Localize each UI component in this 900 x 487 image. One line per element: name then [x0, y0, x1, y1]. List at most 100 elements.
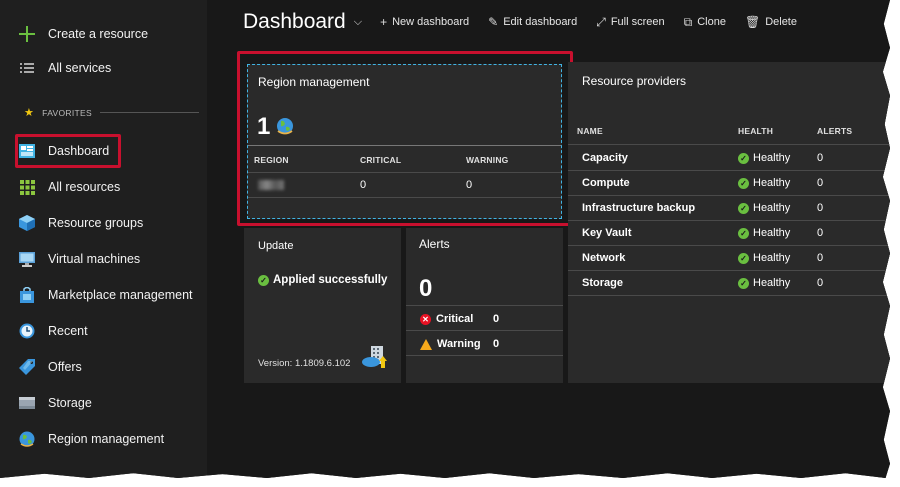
provider-health: ✓ Healthy: [738, 152, 790, 164]
create-resource-label: Create a resource: [48, 27, 149, 41]
health-label: Healthy: [753, 202, 791, 214]
update-building-icon: [361, 344, 389, 375]
tile-title: Resource providers: [582, 74, 687, 88]
resource-providers-tile[interactable]: Resource providers NAME HEALTH ALERTS Ca…: [568, 62, 890, 383]
divider: [568, 220, 890, 221]
alerts-warning-row[interactable]: Warning: [420, 338, 481, 350]
full-screen-label: Full screen: [610, 16, 665, 28]
table-row[interactable]: Network ✓ Healthy 0: [568, 251, 890, 276]
column-header-region: REGION: [254, 155, 289, 165]
edit-dashboard-label: Edit dashboard: [503, 16, 578, 28]
column-header-critical: CRITICAL: [360, 155, 402, 165]
provider-health: ✓ Healthy: [738, 227, 790, 239]
provider-name: Capacity: [582, 152, 628, 164]
expand-icon: ⤢: [596, 14, 606, 29]
create-resource-button[interactable]: Create a resource: [18, 19, 203, 49]
tag-icon: [18, 358, 36, 376]
sidebar-item-recent[interactable]: Recent: [18, 316, 203, 346]
delete-label: Delete: [765, 16, 797, 28]
warning-count: 0: [493, 338, 500, 350]
chevron-down-icon[interactable]: ⌵: [354, 16, 362, 29]
health-label: Healthy: [753, 177, 791, 189]
divider: [248, 172, 561, 173]
sidebar-item-storage[interactable]: Storage: [18, 388, 203, 418]
sidebar-item-region-management[interactable]: Region management: [18, 424, 203, 454]
health-label: Healthy: [753, 277, 791, 289]
alerts-count: 0: [419, 275, 433, 302]
error-icon: ✕: [420, 313, 431, 325]
sidebar-item-virtual-machines[interactable]: Virtual machines: [18, 244, 203, 274]
provider-alerts: 0: [817, 152, 824, 164]
check-circle-icon: ✓: [738, 202, 749, 214]
table-row[interactable]: Storage ✓ Healthy 0: [568, 276, 890, 301]
region-warning-value: 0: [466, 179, 473, 191]
sidebar-item-label: Storage: [48, 396, 92, 410]
plus-icon: [18, 25, 36, 43]
divider: [248, 197, 561, 198]
dashboard-icon: [18, 142, 36, 160]
favorites-header: ★ FAVORITES: [24, 106, 199, 119]
divider: [568, 144, 890, 145]
region-management-tile[interactable]: Region management 1 REGION CRITICAL WARN…: [247, 64, 562, 219]
column-header-warning: WARNING: [466, 155, 509, 165]
sidebar-item-resource-groups[interactable]: Resource groups: [18, 208, 203, 238]
alerts-tile[interactable]: Alerts 0 ✕ Critical 0 Warning 0: [406, 228, 563, 383]
cube-icon: [18, 214, 36, 232]
column-header-health: HEALTH: [738, 126, 774, 136]
all-services-button[interactable]: All services: [18, 53, 203, 83]
tile-title: Region management: [258, 75, 370, 89]
update-status: ✓ Applied successfully: [258, 274, 387, 286]
divider: [568, 295, 890, 296]
provider-health: ✓ Healthy: [738, 277, 790, 289]
critical-count: 0: [493, 313, 500, 325]
tile-title: Alerts: [419, 237, 450, 251]
full-screen-button[interactable]: ⤢ Full screen: [596, 15, 664, 30]
update-tile[interactable]: Update ✓ Applied successfully Version: 1…: [244, 228, 401, 383]
dashboard-toolbar: Dashboard ⌵ + New dashboard ✎ Edit dashb…: [243, 7, 816, 37]
check-circle-icon: ✓: [258, 274, 269, 286]
divider: [248, 145, 561, 146]
check-circle-icon: ✓: [738, 177, 749, 189]
grid-icon: [18, 178, 36, 196]
provider-health: ✓ Healthy: [738, 252, 790, 264]
globe-icon: [18, 430, 36, 448]
divider: [99, 112, 199, 113]
redacted-region-name: [258, 180, 284, 190]
check-circle-icon: ✓: [738, 252, 749, 264]
edit-dashboard-button[interactable]: ✎ Edit dashboard: [488, 15, 577, 29]
alerts-critical-row[interactable]: ✕ Critical: [420, 313, 473, 325]
provider-name: Infrastructure backup: [582, 202, 696, 214]
warning-label: Warning: [437, 338, 481, 350]
divider: [568, 170, 890, 171]
sidebar-item-label: Recent: [48, 324, 88, 338]
provider-health: ✓ Healthy: [738, 202, 790, 214]
clock-icon: [18, 322, 36, 340]
table-row[interactable]: Compute ✓ Healthy 0: [568, 176, 890, 201]
check-circle-icon: ✓: [738, 152, 749, 164]
health-label: Healthy: [753, 227, 791, 239]
new-dashboard-button[interactable]: + New dashboard: [380, 15, 469, 29]
plus-icon: +: [380, 15, 388, 29]
globe-icon: [276, 117, 294, 140]
provider-alerts: 0: [817, 277, 824, 289]
region-critical-value: 0: [360, 179, 367, 191]
new-dashboard-label: New dashboard: [392, 16, 470, 28]
delete-button[interactable]: 🗑 Delete: [745, 15, 797, 29]
table-row[interactable]: Capacity ✓ Healthy 0: [568, 151, 890, 176]
all-services-label: All services: [48, 61, 112, 75]
provider-health: ✓ Healthy: [738, 177, 790, 189]
sidebar-item-all-resources[interactable]: All resources: [18, 172, 203, 202]
sidebar-item-dashboard[interactable]: Dashboard: [18, 136, 203, 166]
divider: [568, 270, 890, 271]
divider: [406, 330, 563, 331]
page-title: Dashboard: [243, 10, 346, 33]
sidebar-item-offers[interactable]: Offers: [18, 352, 203, 382]
sidebar-item-marketplace-management[interactable]: Marketplace management: [18, 280, 203, 310]
sidebar-item-label: All resources: [48, 180, 121, 194]
update-status-label: Applied successfully: [273, 274, 388, 286]
check-circle-icon: ✓: [738, 277, 749, 289]
favorites-label: FAVORITES: [42, 107, 92, 118]
table-row[interactable]: Infrastructure backup ✓ Healthy 0: [568, 201, 890, 226]
table-row[interactable]: Key Vault ✓ Healthy 0: [568, 226, 890, 251]
clone-button[interactable]: ⧉ Clone: [684, 15, 726, 30]
